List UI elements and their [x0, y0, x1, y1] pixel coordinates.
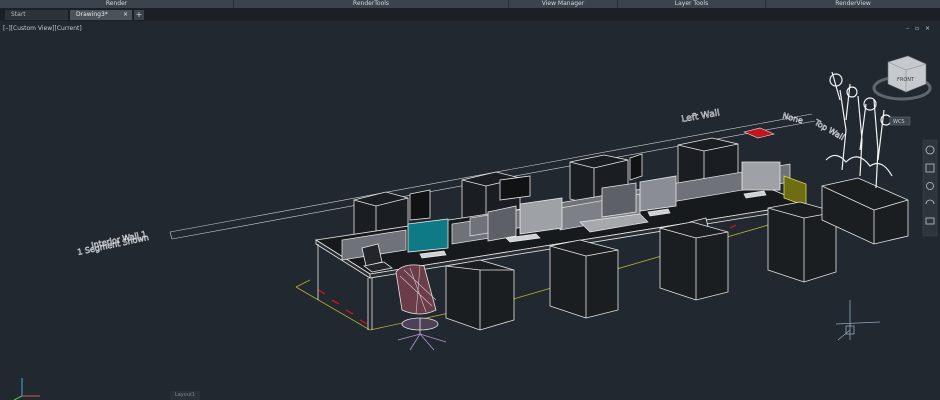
viewcube-icon[interactable]: FRONT [872, 55, 932, 101]
office-chair [395, 264, 447, 351]
ucs-axis-icon [13, 378, 40, 400]
ucs-label: WCS [893, 119, 905, 125]
left-wall-label: Left Wall [681, 108, 721, 125]
none-label: None [781, 111, 804, 125]
coordinate-icon [835, 300, 881, 341]
cad-model-canvas: Left Wall None Top Wall Interior Wall 1 … [13, 55, 938, 400]
navigation-bar[interactable] [922, 139, 938, 237]
ucs-menu[interactable]: WCS [889, 116, 911, 126]
viewcube-face-label: FRONT [897, 77, 915, 83]
top-wall-label: Top Wall [812, 117, 846, 142]
layout-tab[interactable]: Layout1 [170, 391, 200, 400]
